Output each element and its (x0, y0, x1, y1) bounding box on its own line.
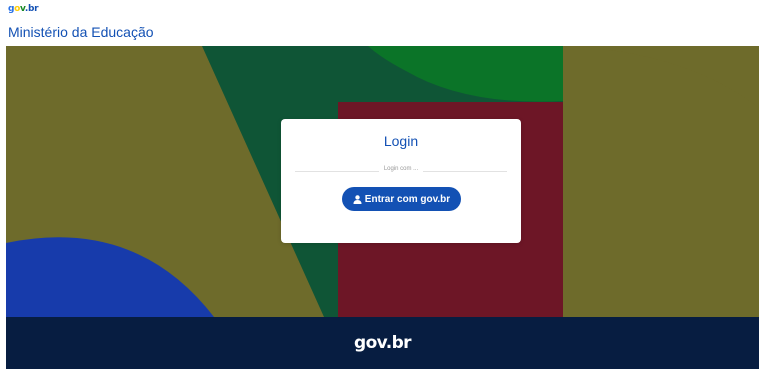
login-card: Login Login com ... Entrar com gov.br (281, 119, 521, 243)
login-govbr-button[interactable]: Entrar com gov.br (342, 187, 461, 211)
footer: gov.br (6, 317, 759, 369)
govbr-logo[interactable]: gov.br (8, 4, 39, 14)
divider-right (423, 171, 507, 172)
footer-govbr-logo: gov.br (354, 333, 412, 353)
header: gov.br Ministério da Educação (0, 0, 759, 46)
login-govbr-label: Entrar com gov.br (364, 193, 451, 205)
user-icon (353, 194, 362, 204)
ministry-title: Ministério da Educação (8, 24, 154, 40)
login-title: Login (383, 133, 419, 149)
